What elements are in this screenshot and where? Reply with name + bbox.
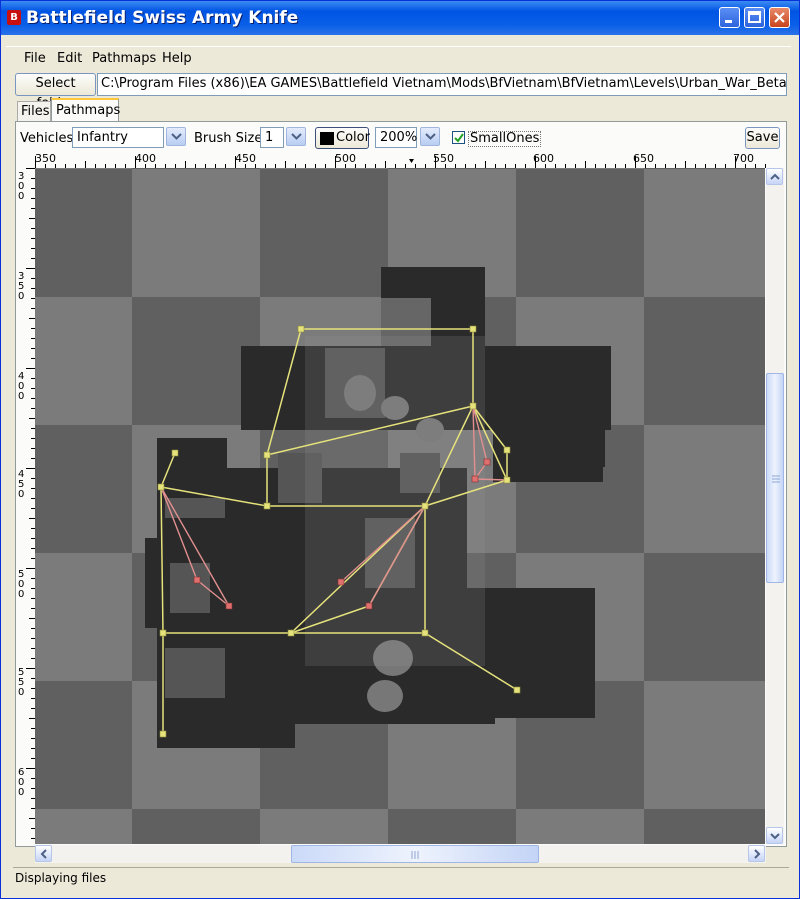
color-button-label: Color (336, 130, 370, 145)
ruler-label: 500 (335, 152, 356, 165)
ruler-label: 400 (18, 371, 25, 402)
app-icon: B (7, 10, 21, 25)
path-node[interactable] (469, 325, 477, 333)
path-node[interactable] (159, 730, 167, 738)
select-folder-button[interactable]: Select folder (15, 73, 96, 111)
close-icon (774, 12, 785, 23)
ruler-label: 400 (135, 152, 156, 165)
smallones-checkbox[interactable] (452, 131, 465, 144)
path-node[interactable] (421, 629, 429, 637)
path-node[interactable] (503, 446, 511, 454)
ruler-label: 550 (18, 667, 25, 698)
vehicles-label: Vehicles (20, 131, 74, 146)
path-node[interactable] (171, 449, 179, 457)
ruler-label: 550 (433, 152, 454, 165)
close-button[interactable] (769, 7, 790, 28)
chevron-down-icon (171, 133, 182, 140)
ruler-label: 600 (18, 767, 25, 798)
ruler-label: 500 (18, 569, 25, 600)
path-node-alt[interactable] (225, 602, 233, 610)
chevron-up-icon (770, 173, 780, 180)
ruler-label: 700 (733, 152, 754, 165)
vertical-scroll-thumb[interactable] (766, 373, 784, 583)
smallones-label[interactable]: SmallOnes (468, 131, 542, 147)
menu-bar: File Edit Pathmaps Help (6, 46, 791, 69)
path-node[interactable] (159, 629, 167, 637)
chevron-down-icon (425, 133, 436, 140)
grip-icon (411, 851, 419, 859)
menu-help[interactable]: Help (162, 51, 192, 66)
maximize-icon (748, 11, 761, 23)
folder-path-field[interactable]: C:\Program Files (x86)\EA GAMES\Battlefi… (97, 73, 787, 96)
minimize-button[interactable] (719, 7, 740, 28)
ruler-label: 350 (35, 152, 56, 165)
path-node[interactable] (263, 502, 271, 510)
path-node[interactable] (297, 325, 305, 333)
path-node-alt[interactable] (365, 602, 373, 610)
path-node-alt[interactable] (337, 578, 345, 586)
tab-files[interactable]: Files (17, 101, 51, 121)
path-node[interactable] (469, 402, 477, 410)
pathmap-canvas[interactable] (35, 168, 765, 844)
window-title: Battlefield Swiss Army Knife (26, 8, 299, 28)
grip-icon (772, 475, 780, 483)
scroll-right-button[interactable] (748, 845, 765, 862)
horizontal-scrollbar[interactable] (35, 845, 766, 863)
path-node[interactable] (421, 502, 429, 510)
status-bar: Displaying files (13, 867, 789, 887)
brush-size-label: Brush Size (194, 131, 263, 146)
path-node[interactable] (157, 483, 165, 491)
menu-file[interactable]: File (24, 51, 46, 66)
title-bar[interactable]: B Battlefield Swiss Army Knife (1, 1, 799, 35)
chevron-down-icon (291, 133, 302, 140)
maximize-button[interactable] (744, 7, 765, 28)
status-text: Displaying files (15, 871, 107, 885)
vertical-ruler: 300 350 400 450 500 550 600 (16, 168, 35, 844)
menu-pathmaps[interactable]: Pathmaps (92, 51, 156, 66)
vehicles-dropdown-button[interactable] (166, 127, 186, 146)
horizontal-ruler: 350 400 450 500 550 600 650 700 (35, 151, 766, 168)
scroll-up-button[interactable] (766, 168, 783, 185)
ruler-label: 300 (18, 171, 25, 202)
tab-pathmaps[interactable]: Pathmaps (51, 98, 120, 121)
ruler-label: 600 (533, 152, 554, 165)
brush-size-dropdown-button[interactable] (286, 127, 306, 146)
vertical-scrollbar[interactable] (766, 168, 784, 844)
path-node[interactable] (263, 451, 271, 459)
path-node-alt[interactable] (483, 458, 491, 466)
brush-size-select[interactable]: 1 (260, 127, 284, 148)
scroll-left-button[interactable] (35, 845, 52, 862)
pathmap-drawing[interactable] (35, 168, 765, 844)
vertical-ruler-ticks (26, 168, 35, 839)
path-node[interactable] (287, 629, 295, 637)
chevron-down-icon (770, 833, 780, 840)
map-highlight (305, 336, 485, 666)
path-node[interactable] (503, 476, 511, 484)
menu-edit[interactable]: Edit (57, 51, 82, 66)
horizontal-scroll-thumb[interactable] (291, 845, 539, 863)
ruler-label: 650 (633, 152, 654, 165)
color-button[interactable]: Color (315, 127, 370, 149)
path-node[interactable] (513, 686, 521, 694)
chevron-left-icon (40, 849, 47, 859)
vehicles-select[interactable]: Infantry (72, 127, 164, 148)
path-node-alt[interactable] (193, 576, 201, 584)
chevron-right-icon (754, 849, 761, 859)
minimize-icon (725, 20, 732, 23)
application-window: B Battlefield Swiss Army Knife File Edit… (0, 0, 800, 899)
scroll-down-button[interactable] (766, 827, 783, 844)
ruler-label: 350 (18, 271, 25, 302)
zoom-select[interactable]: 200% (375, 127, 417, 148)
checkmark-icon (454, 133, 464, 143)
ruler-label: 450 (18, 469, 25, 500)
zoom-dropdown-button[interactable] (420, 127, 440, 146)
color-swatch (320, 132, 334, 145)
save-button[interactable]: Save (745, 127, 780, 149)
path-node-alt[interactable] (471, 475, 479, 483)
ruler-label: 450 (235, 152, 256, 165)
